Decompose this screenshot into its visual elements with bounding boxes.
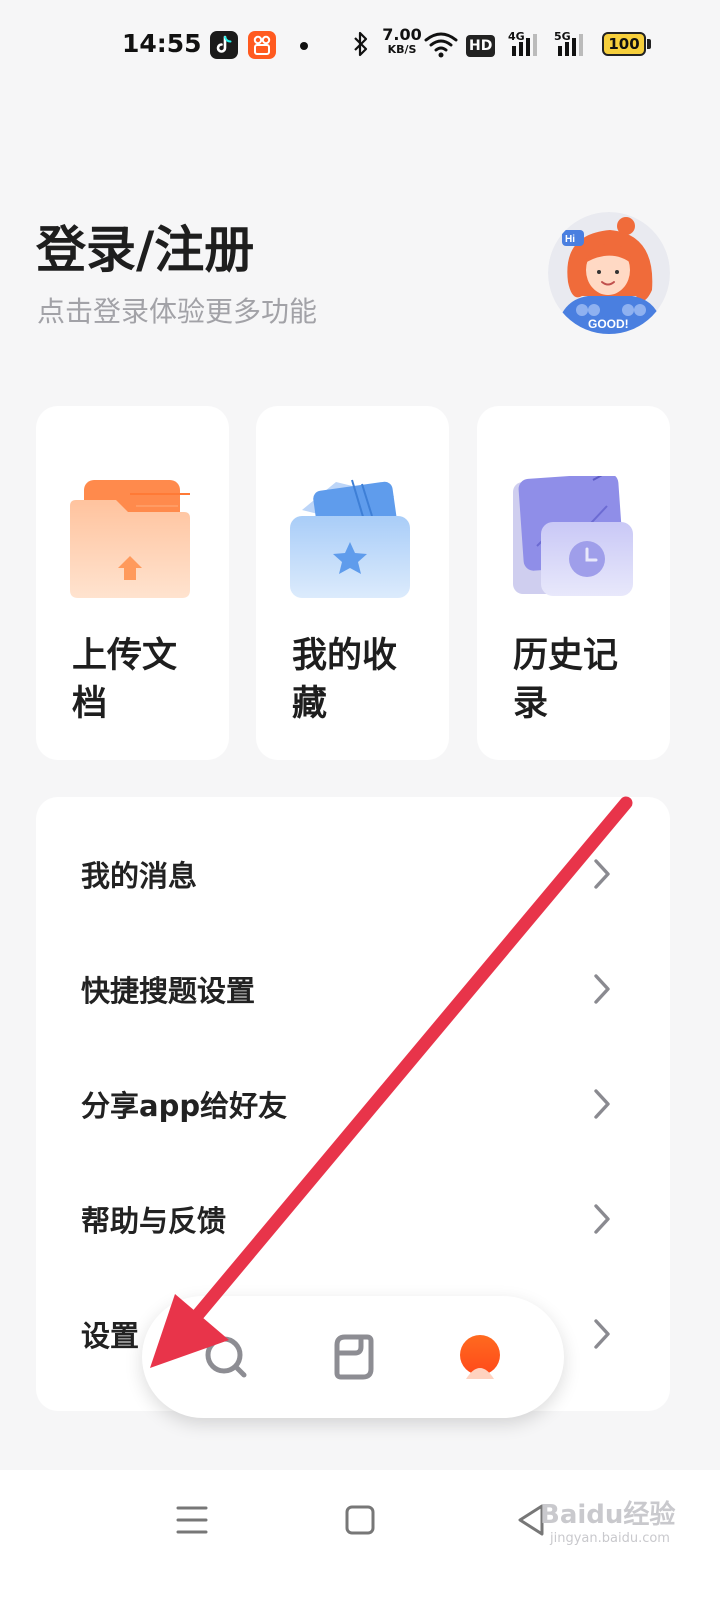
menu-item-quick-search-settings[interactable]: 快捷搜题设置 — [36, 932, 670, 1047]
cellular-signal-icon — [508, 28, 544, 62]
cellular-signal-icon — [554, 28, 590, 62]
baidu-watermark: Baidu经验 jingyan.baidu.com — [540, 1494, 675, 1546]
chevron-right-icon — [594, 1319, 610, 1349]
home-button[interactable] — [340, 1500, 380, 1540]
status-time: 14:55 — [122, 29, 202, 58]
avatar[interactable]: GOOD! Hi — [548, 212, 670, 334]
menu-label: 设置 — [81, 1319, 140, 1353]
chevron-right-icon — [594, 1089, 610, 1119]
my-favorites-card[interactable]: 我的收藏 — [256, 406, 449, 760]
floating-tab-bar — [142, 1296, 564, 1418]
profile-tab[interactable] — [450, 1327, 510, 1387]
chevron-right-icon — [594, 859, 610, 889]
bluetooth-icon — [352, 30, 370, 62]
search-tab[interactable] — [197, 1327, 257, 1387]
recent-apps-button[interactable] — [172, 1500, 212, 1540]
girl-avatar-icon: GOOD! Hi — [548, 212, 670, 334]
menu-item-my-messages[interactable]: 我的消息 — [36, 817, 670, 932]
search-icon — [205, 1336, 247, 1378]
document-icon — [334, 1334, 374, 1380]
menu-label: 帮助与反馈 — [81, 1204, 227, 1238]
upload-folder-icon — [70, 480, 190, 598]
menu-item-help-feedback[interactable]: 帮助与反馈 — [36, 1162, 670, 1277]
system-navigation-bar: Baidu经验 jingyan.baidu.com — [0, 1470, 720, 1600]
menu-lines-icon — [176, 1506, 208, 1534]
svg-text:GOOD!: GOOD! — [588, 317, 629, 331]
watermark-sub: jingyan.baidu.com — [550, 1531, 670, 1546]
favorites-star-folder-icon — [290, 479, 410, 598]
menu-item-share-app[interactable]: 分享app给好友 — [36, 1047, 670, 1162]
hd-badge: HD — [466, 35, 496, 57]
upload-document-card[interactable]: 上传文档 — [36, 406, 229, 760]
upload-document-label: 上传文档 — [72, 636, 178, 724]
svg-text:Hi: Hi — [565, 234, 575, 245]
home-square-icon — [345, 1505, 375, 1535]
login-subtitle[interactable]: 点击登录体验更多功能 — [37, 290, 317, 330]
profile-icon — [460, 1335, 500, 1379]
menu-label: 分享app给好友 — [81, 1089, 288, 1123]
documents-tab[interactable] — [323, 1327, 383, 1387]
my-favorites-label: 我的收藏 — [292, 636, 398, 724]
history-clock-folder-icon — [513, 476, 633, 596]
history-record-label: 历史记录 — [513, 636, 619, 724]
tiktok-app-icon — [210, 31, 238, 59]
menu-label: 快捷搜题设置 — [81, 974, 256, 1008]
chevron-right-icon — [594, 974, 610, 1004]
chevron-right-icon — [594, 1204, 610, 1234]
battery-level: 100 — [608, 35, 640, 53]
menu-label: 我的消息 — [81, 859, 198, 893]
login-register-title[interactable]: 登录/注册 — [36, 210, 254, 282]
status-bar: 14:55 7.00 KB/S HD 4G 5G 100 — [0, 0, 720, 92]
battery-icon: 100 — [602, 32, 646, 56]
notification-dot — [300, 42, 308, 50]
history-record-card[interactable]: 历史记录 — [477, 406, 670, 760]
battery-tip — [647, 39, 651, 49]
kuaishou-app-icon — [248, 31, 276, 59]
network-speed: 7.00 KB/S — [382, 25, 422, 56]
wifi-icon — [424, 31, 458, 63]
watermark-main: Baidu经验 — [540, 1500, 676, 1530]
